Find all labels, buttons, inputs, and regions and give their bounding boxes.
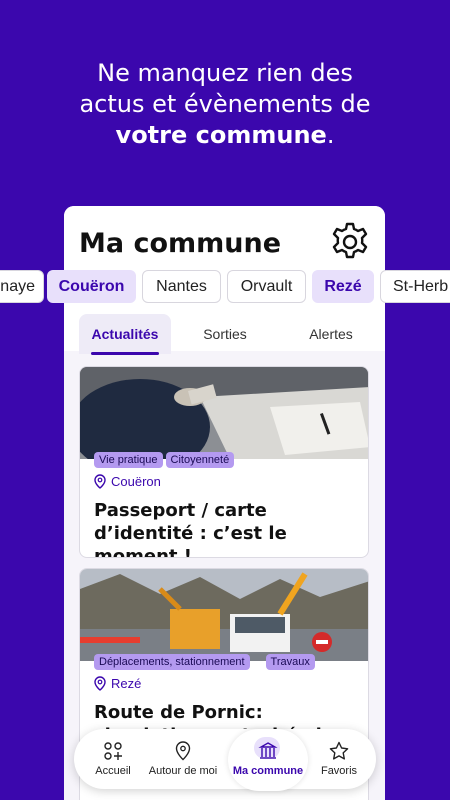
headline-emphasis: votre commune [115, 121, 327, 149]
chip-commune[interactable]: Orvault [227, 270, 306, 303]
tag: Citoyenneté [165, 452, 235, 468]
location: Couëron [94, 474, 161, 489]
nav-label: Favoris [320, 765, 358, 777]
nav-favoris[interactable]: Favoris [310, 729, 368, 789]
chip-commune-selected[interactable]: Couëron [47, 270, 136, 303]
location-label: Couëron [111, 474, 161, 489]
chip-commune-selected[interactable]: Rezé [312, 270, 374, 303]
headline-period: . [326, 121, 335, 149]
nav-label: Ma commune [232, 765, 304, 777]
location: Rezé [94, 676, 141, 691]
location-pin-icon [175, 741, 191, 761]
article-image [80, 367, 368, 459]
nav-label: Autour de moi [148, 765, 218, 777]
tag: Vie pratique [94, 452, 163, 468]
nav-ma-commune[interactable]: Ma commune [228, 729, 308, 789]
nav-label: Accueil [95, 765, 131, 777]
tag-list: Déplacements, stationnement Travaux [94, 654, 315, 670]
headline-line-1: Ne manquez rien des [97, 59, 353, 87]
location-pin-icon [94, 474, 106, 489]
commune-filter-chips: naye Couëron Nantes Orvault Rezé St-Herb [0, 270, 450, 304]
location-label: Rezé [111, 676, 142, 691]
tab-actualites[interactable]: Actualités [79, 314, 171, 355]
chip-commune[interactable]: St-Herb [380, 270, 450, 303]
gear-icon[interactable] [328, 220, 372, 264]
star-icon [329, 741, 349, 760]
article-image [80, 569, 368, 661]
headline-line-3: votre commune. [0, 120, 450, 151]
chip-commune[interactable]: naye [0, 270, 44, 303]
home-shapes-icon [104, 742, 122, 760]
tag: Travaux [265, 654, 315, 670]
nav-autour-de-moi[interactable]: Autour de moi [146, 729, 220, 789]
promo-headline: Ne manquez rien des actus et évènements … [0, 58, 450, 151]
bottom-navigation: Accueil Autour de moi Ma commune Favoris [74, 729, 376, 791]
nav-accueil[interactable]: Accueil [80, 729, 146, 789]
chip-commune[interactable]: Nantes [142, 270, 221, 303]
tab-alertes[interactable]: Alertes [279, 314, 383, 354]
location-pin-icon [94, 676, 106, 691]
article-card[interactable]: Vie pratique Citoyenneté Couëron Passepo… [79, 366, 369, 558]
page-title: Ma commune [79, 228, 282, 259]
headline-line-2: actus et évènements de [79, 90, 371, 118]
tab-sorties[interactable]: Sorties [179, 314, 271, 354]
content-tabs: Actualités Sorties Alertes [64, 314, 385, 355]
city-hall-icon [258, 742, 278, 759]
tag-list: Vie pratique Citoyenneté [94, 452, 235, 468]
article-title: Passeport / carte d’identité : c’est le … [94, 500, 287, 558]
tag: Déplacements, stationnement [94, 654, 250, 670]
